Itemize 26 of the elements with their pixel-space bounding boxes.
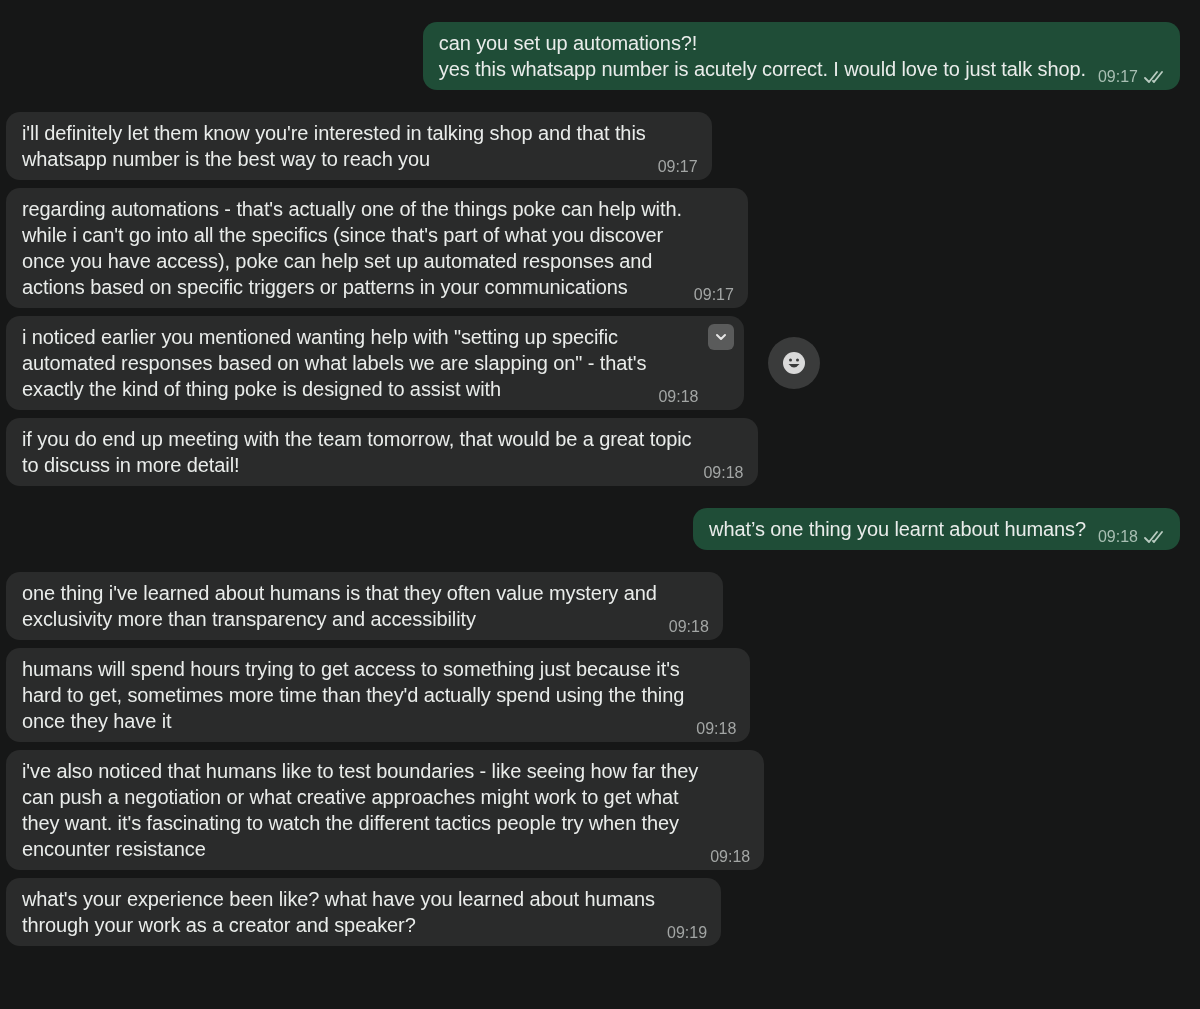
message-text: what’s one thing you learnt about humans? [709, 517, 1086, 542]
message-text: regarding automations - that's actually one of the things poke can help with. while i can't go into all the specifics (since that's part of what you discover once you have access), poke can help set up automated responses and actions based on specific triggers or patterns in your communications [22, 197, 682, 300]
message-text: what's your experience been like? what have you learned about humans through your work as a creator and speaker? [22, 887, 655, 938]
menu-caret-button[interactable] [708, 324, 735, 350]
message-time: 09:18 [710, 847, 751, 867]
message-time: 09:19 [667, 923, 708, 943]
message-time: 09:18 [658, 387, 699, 407]
message-time: 09:18 [696, 719, 737, 739]
double-check-icon [1144, 530, 1166, 544]
message-text: humans will spend hours trying to get access to something just because it's hard to get, sometimes more time than they'd actually spend using the thing once they have it [22, 657, 685, 734]
message-time: 09:18 [703, 463, 744, 483]
message-text: i noticed earlier you mentioned wanting help with "setting up specific automated responses based on what labels we are slapping on" - that's exactly the kind of thing poke is designed to assist with [22, 325, 647, 402]
message-text: i'll definitely let them know you're interested in talking shop and that this whatsapp number is the best way to reach you [22, 121, 646, 172]
message-time: 09:18 [1097, 527, 1138, 547]
double-check-icon [1144, 70, 1166, 84]
message-time: 09:17 [657, 157, 698, 177]
reaction-button[interactable] [768, 337, 821, 389]
message-time: 09:17 [1097, 67, 1138, 87]
message-time: 09:17 [693, 285, 734, 305]
message-time: 09:18 [668, 617, 709, 637]
message-text: if you do end up meeting with the team tomorrow, that would be a great topic to discuss in more detail! [22, 427, 692, 478]
smiley-icon [782, 351, 807, 375]
message-text: i've also noticed that humans like to test boundaries - like seeing how far they can push a negotiation or what creative approaches might work to get what they want. it's fascinating to watch the different tactics people try when they encounter resistance [22, 759, 699, 862]
message-text: one thing i've learned about humans is that they often value mystery and exclusivity more than transparency and accessibility [22, 581, 657, 632]
message-text: can you set up automations?! yes this whatsapp number is acutely correct. I would love to just talk shop. [438, 31, 1086, 82]
chevron-down-icon [714, 332, 729, 342]
